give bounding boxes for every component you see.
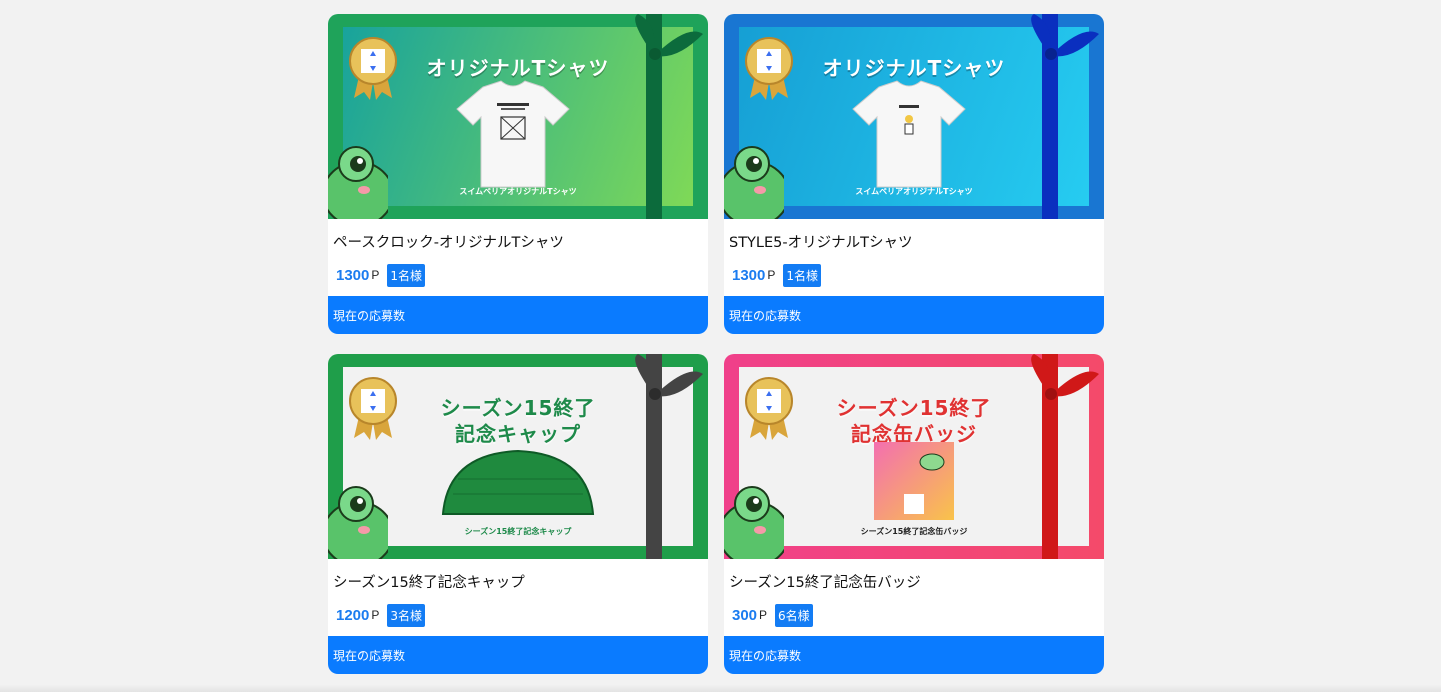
price-row: 1200 P 3名様 bbox=[336, 603, 426, 627]
prize-banner-image[interactable]: オリジナルTシャツ スイムペリアオリジナルTシャツ bbox=[724, 14, 1104, 219]
tshirt-image bbox=[852, 80, 966, 188]
promo-title: シーズン15終了 bbox=[440, 396, 596, 420]
prize-card[interactable]: オリジナルTシャツ スイムペリアオリジナルTシャツ STYLE5-オリジナルTシ… bbox=[724, 14, 1104, 334]
prize-name: シーズン15終了記念缶バッジ bbox=[729, 575, 921, 591]
winners-badge: 6名様 bbox=[775, 603, 813, 627]
promo-caption: シーズン15終了記念キャップ bbox=[464, 527, 572, 536]
prize-banner-image[interactable]: シーズン15終了 記念キャップ シーズン15終了記念キャップ bbox=[328, 354, 708, 559]
medal-icon bbox=[349, 37, 397, 100]
prize-card[interactable]: シーズン15終了 記念缶バッジ シーズン15終了記念缶バッジ シーズン15終了記… bbox=[724, 354, 1104, 674]
apply-count-button[interactable]: 現在の応募数 bbox=[328, 636, 708, 674]
apply-count-button[interactable]: 現在の応募数 bbox=[724, 296, 1104, 334]
prize-grid: オリジナルTシャツ スイムペリアオリジナルTシャツ ペースクロック-オリジナルT… bbox=[328, 14, 1104, 674]
price-value: 1300 bbox=[732, 266, 766, 284]
prize-banner-image[interactable]: オリジナルTシャツ スイムペリアオリジナルTシャツ bbox=[328, 14, 708, 219]
promo-title: オリジナルTシャツ bbox=[426, 56, 610, 80]
medal-icon bbox=[349, 377, 397, 440]
apply-count-button[interactable]: 現在の応募数 bbox=[724, 636, 1104, 674]
frog-mascot-icon bbox=[724, 486, 784, 559]
price-unit: P bbox=[759, 608, 768, 622]
price-row: 1300 P 1名様 bbox=[336, 263, 426, 287]
price-unit: P bbox=[767, 268, 776, 282]
bow-icon bbox=[635, 354, 703, 400]
price-row: 300 P 6名様 bbox=[732, 603, 813, 627]
price-value: 1300 bbox=[336, 266, 370, 284]
promo-subtitle: 記念キャップ bbox=[455, 422, 581, 446]
apply-count-button[interactable]: 現在の応募数 bbox=[328, 296, 708, 334]
promo-title: シーズン15終了 bbox=[836, 396, 992, 420]
bow-icon bbox=[1031, 354, 1099, 400]
prize-banner-image[interactable]: シーズン15終了 記念缶バッジ シーズン15終了記念缶バッジ bbox=[724, 354, 1104, 559]
price-unit: P bbox=[371, 268, 380, 282]
bow-icon bbox=[1031, 14, 1099, 60]
prize-name: STYLE5-オリジナルTシャツ bbox=[729, 235, 913, 251]
prize-card[interactable]: オリジナルTシャツ スイムペリアオリジナルTシャツ ペースクロック-オリジナルT… bbox=[328, 14, 708, 334]
winners-badge: 1名様 bbox=[387, 263, 426, 287]
frog-mascot-icon bbox=[328, 486, 388, 559]
prize-card[interactable]: シーズン15終了 記念キャップ シーズン15終了記念キャップ シーズン15終了記… bbox=[328, 354, 708, 674]
price-unit: P bbox=[371, 608, 380, 622]
winners-badge: 3名様 bbox=[387, 603, 426, 627]
price-value: 1200 bbox=[336, 606, 370, 624]
prize-name: シーズン15終了記念キャップ bbox=[333, 575, 525, 591]
price-value: 300 bbox=[732, 606, 758, 624]
price-row: 1300 P 1名様 bbox=[732, 263, 822, 287]
badge-image bbox=[874, 442, 954, 520]
medal-icon bbox=[745, 37, 793, 100]
swim-cap-image bbox=[441, 449, 595, 515]
tshirt-image bbox=[456, 80, 570, 188]
medal-icon bbox=[745, 377, 793, 440]
page-bottom-shadow bbox=[0, 684, 1441, 692]
promo-caption: スイムペリアオリジナルTシャツ bbox=[855, 187, 973, 196]
promo-caption: シーズン15終了記念缶バッジ bbox=[860, 527, 968, 536]
frog-mascot-icon bbox=[724, 146, 784, 219]
winners-badge: 1名様 bbox=[783, 263, 822, 287]
promo-caption: スイムペリアオリジナルTシャツ bbox=[459, 187, 577, 196]
frog-mascot-icon bbox=[328, 146, 388, 219]
promo-title: オリジナルTシャツ bbox=[822, 56, 1006, 80]
prize-name: ペースクロック-オリジナルTシャツ bbox=[333, 235, 564, 251]
bow-icon bbox=[635, 14, 703, 60]
